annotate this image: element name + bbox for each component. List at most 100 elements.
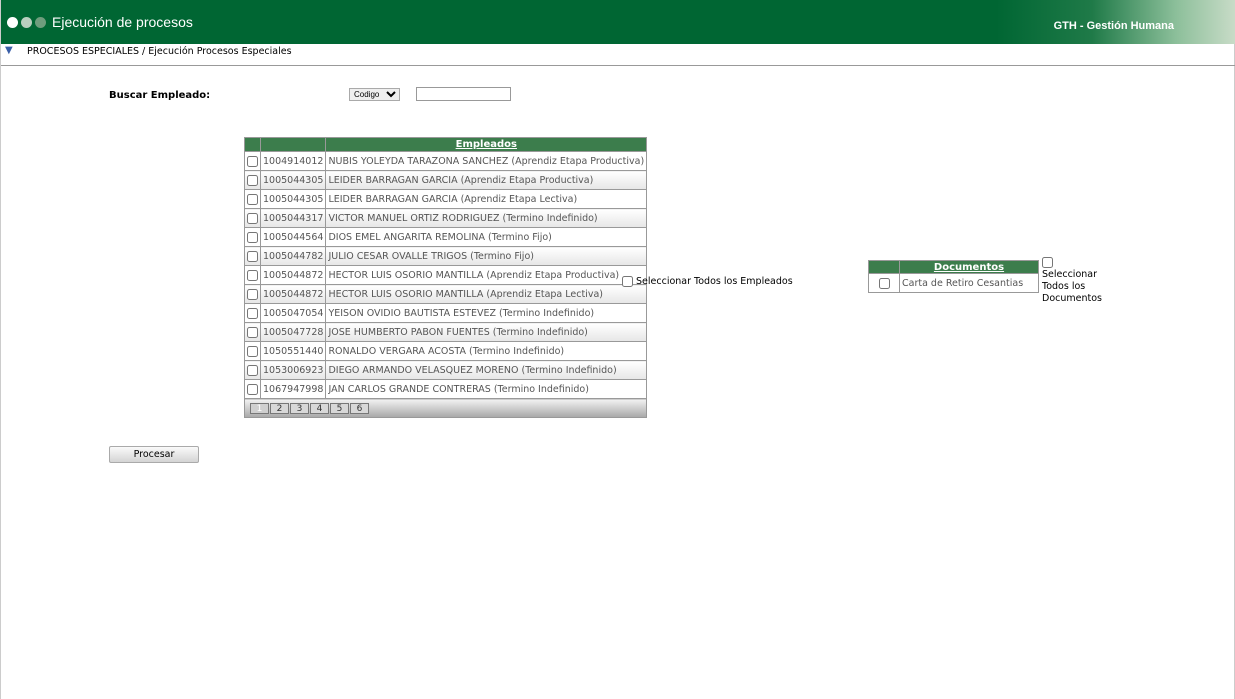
employee-code: 1005044782 [259, 246, 327, 266]
select-all-employees-checkbox[interactable] [622, 276, 633, 287]
employee-checkbox[interactable] [247, 326, 258, 338]
page-3-button[interactable]: 3 [290, 402, 309, 414]
employee-name: RONALDO VERGARA ACOSTA (Termino Indefini… [325, 341, 648, 361]
employee-row: 1005047728 JOSE HUMBERTO PABON FUENTES (T… [244, 322, 648, 342]
employee-code: 1005044305 [259, 170, 327, 190]
page-1-button[interactable]: 1 [250, 402, 269, 414]
info-icon: ▼ [5, 45, 13, 56]
brand-title: GTH - Gestión Humana [1053, 20, 1174, 32]
employee-name: JULIO CESAR OVALLE TRIGOS (Termino Fijo) [325, 246, 648, 266]
document-checkbox[interactable] [878, 277, 890, 289]
employee-name: DIOS EMEL ANGARITA REMOLINA (Termino Fij… [325, 227, 648, 247]
page-6-button[interactable]: 6 [350, 402, 369, 414]
employee-name: JOSE HUMBERTO PABON FUENTES (Termino Ind… [325, 322, 648, 342]
documents-table: Documentos Carta de Retiro Cesantias [868, 260, 1039, 293]
employee-checkbox[interactable] [247, 250, 258, 262]
employee-row: 1005044317 VICTOR MANUEL ORTIZ RODRIGUEZ … [244, 208, 648, 228]
employee-checkbox[interactable] [247, 288, 258, 300]
col-check [868, 260, 900, 274]
employee-checkbox[interactable] [247, 364, 258, 376]
employee-checkbox[interactable] [247, 174, 258, 186]
employee-code: 1005044317 [259, 208, 327, 228]
employee-name: VICTOR MANUEL ORTIZ RODRIGUEZ (Termino I… [325, 208, 648, 228]
search-type-select[interactable]: Codigo [349, 88, 400, 101]
page-5-button[interactable]: 5 [330, 402, 349, 414]
employee-row: 1053006923 DIEGO ARMANDO VELASQUEZ MORENO… [244, 360, 648, 380]
employee-row: 1005044564 DIOS EMEL ANGARITA REMOLINA (T… [244, 227, 648, 247]
employee-row: 1005044872 HECTOR LUIS OSORIO MANTILLA (A… [244, 284, 648, 304]
divider [1, 65, 1235, 66]
employee-code: 1053006923 [259, 360, 327, 380]
select-all-documents[interactable]: Seleccionar Todos los Documentos [1042, 257, 1112, 305]
check-cell [244, 189, 261, 209]
employee-row: 1005044305 LEIDER BARRAGAN GARCIA (Aprend… [244, 170, 648, 190]
employee-name: LEIDER BARRAGAN GARCIA (Aprendiz Etapa P… [325, 170, 648, 190]
page-4-button[interactable]: 4 [310, 402, 329, 414]
employee-row: 1050551440 RONALDO VERGARA ACOSTA (Termin… [244, 341, 648, 361]
employee-checkbox[interactable] [247, 383, 258, 395]
employee-checkbox[interactable] [247, 231, 258, 243]
col-code [259, 137, 327, 152]
employee-name: YEISON OVIDIO BAUTISTA ESTEVEZ (Termino … [325, 303, 648, 323]
search-input[interactable] [416, 87, 511, 101]
select-all-documents-checkbox[interactable] [1042, 257, 1053, 268]
employee-checkbox[interactable] [247, 345, 258, 357]
employee-checkbox[interactable] [247, 193, 258, 205]
select-all-employees[interactable]: Seleccionar Todos los Empleados [622, 276, 793, 287]
check-cell [244, 170, 261, 190]
employee-name: DIEGO ARMANDO VELASQUEZ MORENO (Termino … [325, 360, 648, 380]
employee-code: 1050551440 [259, 341, 327, 361]
employee-name: JAN CARLOS GRANDE CONTRERAS (Termino Ind… [325, 379, 648, 399]
employee-row: 1005047054 YEISON OVIDIO BAUTISTA ESTEVEZ… [244, 303, 648, 323]
employee-checkbox[interactable] [247, 269, 258, 281]
col-check [244, 137, 261, 152]
employee-row: 1005044305 LEIDER BARRAGAN GARCIA (Aprend… [244, 189, 648, 209]
employee-checkbox[interactable] [247, 212, 258, 224]
check-cell [244, 284, 261, 304]
window-dots-icon [7, 17, 46, 28]
employee-code: 1005047728 [259, 322, 327, 342]
employee-checkbox[interactable] [247, 155, 258, 167]
brand-banner: GTH - Gestión Humana [996, 0, 1235, 44]
process-button[interactable]: Procesar [109, 446, 199, 463]
document-row: Carta de Retiro Cesantias [868, 273, 1039, 293]
search-label: Buscar Empleado: [109, 90, 211, 101]
check-cell [868, 273, 900, 293]
page-title: Ejecución de procesos [52, 14, 193, 30]
employee-name: HECTOR LUIS OSORIO MANTILLA (Aprendiz Et… [325, 284, 648, 304]
employee-row: 1005044872 HECTOR LUIS OSORIO MANTILLA (A… [244, 265, 648, 285]
breadcrumb: PROCESOS ESPECIALES / Ejecución Procesos… [27, 46, 292, 57]
employee-name: LEIDER BARRAGAN GARCIA (Aprendiz Etapa L… [325, 189, 648, 209]
check-cell [244, 341, 261, 361]
check-cell [244, 360, 261, 380]
employee-name: HECTOR LUIS OSORIO MANTILLA (Aprendiz Et… [325, 265, 648, 285]
employee-code: 1004914012 [259, 151, 327, 171]
page-2-button[interactable]: 2 [270, 402, 289, 414]
select-all-documents-label: Seleccionar Todos los Documentos [1042, 269, 1102, 304]
check-cell [244, 322, 261, 342]
check-cell [244, 227, 261, 247]
employee-name: NUBIS YOLEYDA TARAZONA SANCHEZ (Aprendiz… [325, 151, 648, 171]
check-cell [244, 208, 261, 228]
employee-code: 1005044564 [259, 227, 327, 247]
select-all-employees-label: Seleccionar Todos los Empleados [636, 276, 793, 287]
employee-code: 1067947998 [259, 379, 327, 399]
employee-checkbox[interactable] [247, 307, 258, 319]
employee-row: 1005044782 JULIO CESAR OVALLE TRIGOS (Ter… [244, 246, 648, 266]
employee-row: 1067947998 JAN CARLOS GRANDE CONTRERAS (T… [244, 379, 648, 399]
employees-header[interactable]: Empleados [325, 137, 648, 152]
employee-code: 1005044872 [259, 265, 327, 285]
employee-code: 1005047054 [259, 303, 327, 323]
document-name: Carta de Retiro Cesantias [899, 273, 1039, 293]
dot [7, 17, 18, 28]
check-cell [244, 246, 261, 266]
dot [35, 17, 46, 28]
pagination: 123456 [243, 398, 648, 418]
employee-row: 1004914012 NUBIS YOLEYDA TARAZONA SANCHEZ… [244, 151, 648, 171]
employee-code: 1005044872 [259, 284, 327, 304]
documents-header[interactable]: Documentos [899, 260, 1039, 274]
check-cell [244, 303, 261, 323]
check-cell [244, 379, 261, 399]
employees-table: Empleados 1004914012 NUBIS YOLEYDA TARAZO… [243, 137, 648, 418]
check-cell [244, 265, 261, 285]
